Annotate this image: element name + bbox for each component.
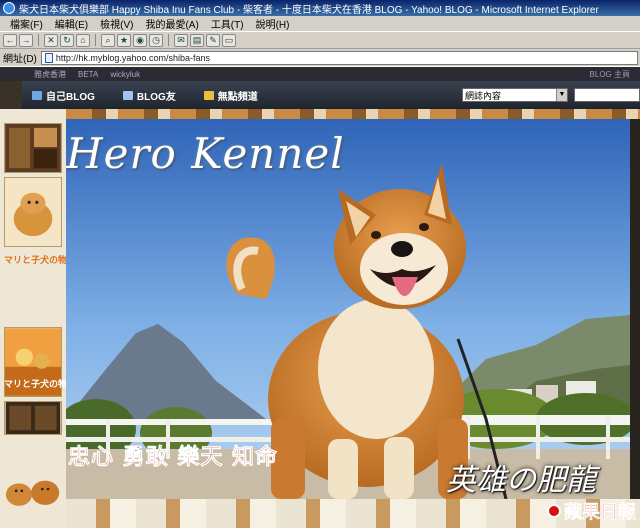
history-icon[interactable]: ◷ [149,33,163,47]
media-icon[interactable]: ◉ [133,33,147,47]
apple-logo-icon [547,504,561,518]
toolbar-separator [95,34,96,46]
favorites-icon[interactable]: ★ [117,33,131,47]
puppies-photo [4,470,62,508]
puppy-photo [4,177,62,247]
window-title: 柴犬日本柴犬俱樂部 Happy Shiba Inu Fans Club - 柴客… [19,4,599,16]
home-icon[interactable]: ⌂ [76,33,90,47]
newspaper-watermark: 蘋果日報 [532,499,640,523]
search-icon[interactable]: ⌕ [101,33,115,47]
blog-banner: Hero Kennel 忠心 勇敢 樂天 知命 英雄の肥龍 [66,119,630,499]
banner-title: Hero Kennel [66,129,345,178]
refresh-icon[interactable]: ↻ [60,33,74,47]
yahoo-brand[interactable]: 雅虎香港 [34,69,66,80]
web-page-viewport: 雅虎香港 BETA wickyluk BLOG 主頁 自己BLOG BLOG友 … [0,67,640,528]
banner-motto: 忠心 勇敢 樂天 知命 [68,444,278,471]
friends-icon [122,90,133,100]
blog-home-link[interactable]: BLOG 主頁 [590,69,640,80]
menu-bar: 檔案(F) 編輯(E) 檢視(V) 我的最愛(A) 工具(T) 說明(H) [0,16,640,32]
movie-promo-title[interactable]: マリと子犬の物 [4,253,66,266]
menu-help[interactable]: 說明(H) [250,16,296,31]
address-label: 網址(D) [3,54,37,65]
nav-channels[interactable]: 無點頻道 [203,88,258,103]
nav-blog-friends[interactable]: BLOG友 [122,88,176,103]
toolbar-separator [38,34,39,46]
browser-toolbar: ← → ✕ ↻ ⌂ ⌕ ★ ◉ ◷ ✉ ▤ ✎ ▭ [0,32,640,49]
back-button[interactable]: ← [3,33,17,47]
address-bar: 網址(D) http://hk.myblog.yahoo.com/shiba-f… [0,49,640,67]
forward-button[interactable]: → [19,33,33,47]
yahoo-beta-badge: BETA [78,69,99,79]
toolbar-separator [168,34,169,46]
address-input[interactable]: http://hk.myblog.yahoo.com/shiba-fans [40,50,638,65]
menu-view[interactable]: 檢視(V) [94,16,139,31]
internet-explorer-icon [3,2,15,14]
blog-sidebar: マリと子犬の物 マリと子犬の物 [0,109,66,528]
page-icon [44,52,53,63]
search-scope-select[interactable]: 網誌內容 ▼ [462,88,568,102]
window-title-bar[interactable]: 柴犬日本柴犬俱樂部 Happy Shiba Inu Fans Club - 柴客… [0,0,640,16]
yahoo-top-bar: 雅虎香港 BETA wickyluk BLOG 主頁 [0,67,640,81]
address-url: http://hk.myblog.yahoo.com/shiba-fans [55,52,210,63]
print-icon[interactable]: ▤ [190,33,204,47]
blog-search-input[interactable] [574,88,640,102]
right-edge-strip [630,119,640,499]
menu-file[interactable]: 檔案(F) [4,16,49,31]
nav-channels-label: 無點頻道 [217,91,258,103]
chevron-down-icon[interactable]: ▼ [556,89,567,101]
blog-home-icon [32,90,42,100]
banner-dog-name: 英雄の肥龍 [446,463,596,498]
edit-icon[interactable]: ✎ [206,33,220,47]
mail-icon[interactable]: ✉ [174,33,188,47]
stop-icon[interactable]: ✕ [44,33,58,47]
folder-icon [203,90,214,100]
calendar-widget-image [4,123,62,173]
nav-my-blog-label: 自己BLOG [46,91,95,103]
blog-navbar: 自己BLOG BLOG友 無點頻道 網誌內容 ▼ [22,81,640,109]
movie-poster-title[interactable]: マリと子犬の物 [4,377,66,390]
menu-favorites[interactable]: 我的最愛(A) [139,16,204,31]
watermark-text: 蘋果日報 [564,502,637,524]
banner-header-strip [66,109,640,119]
yahoo-user[interactable]: wickyluk [110,70,140,79]
search-scope-value: 網誌內容 [465,90,502,101]
menu-edit[interactable]: 編輯(E) [49,16,94,31]
calendar-widget-image-2 [4,401,62,435]
nav-my-blog[interactable]: 自己BLOG [32,88,95,103]
nav-blog-friends-label: BLOG友 [136,91,176,103]
menu-tools[interactable]: 工具(T) [205,16,250,31]
discuss-icon[interactable]: ▭ [222,33,236,47]
